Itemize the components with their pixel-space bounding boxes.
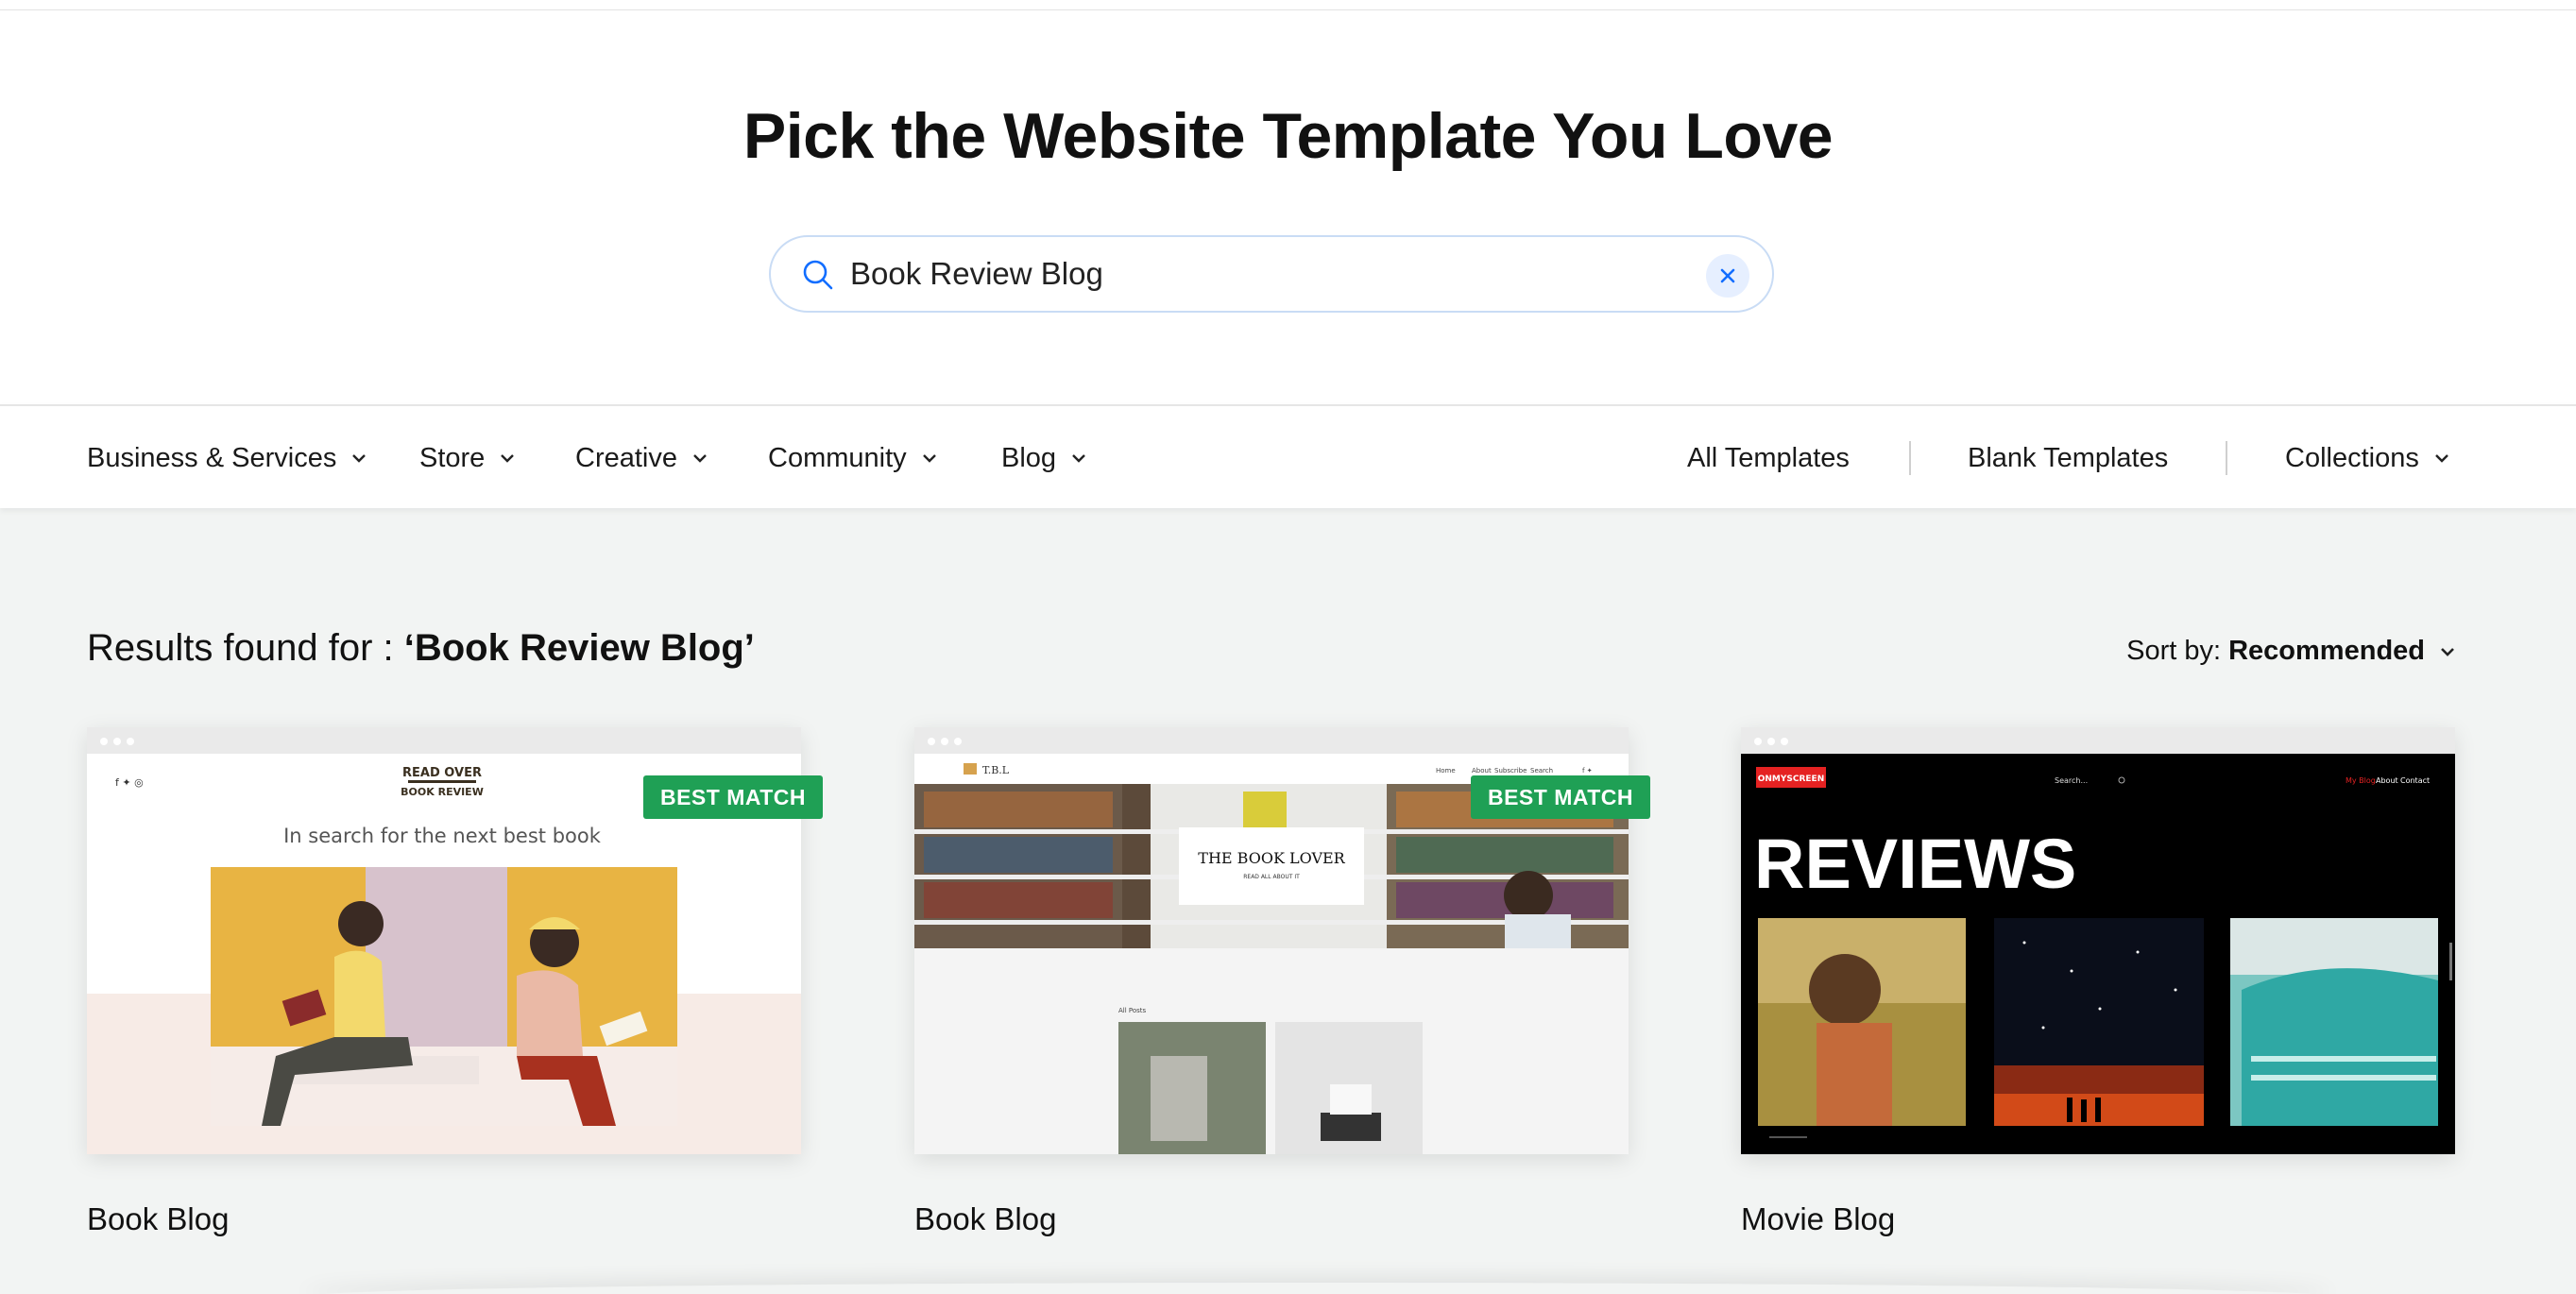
window-dot bbox=[113, 738, 121, 745]
poster-night-sky bbox=[1994, 918, 2204, 1126]
results-heading: Results found for : ‘Book Review Blog’ bbox=[87, 627, 755, 670]
nav-label: Blank Templates bbox=[1968, 442, 2169, 473]
poster-couple bbox=[1758, 918, 1966, 1126]
preview-menu-item: Home bbox=[1436, 767, 1456, 775]
template-preview-illustration: ONMYSCREEN Search... My Blog About Conta… bbox=[1741, 754, 2455, 1154]
close-icon bbox=[1720, 268, 1735, 283]
sort-label: Sort by: bbox=[2126, 636, 2222, 666]
preview-posts-label: All Posts bbox=[1118, 1007, 1147, 1014]
window-dot bbox=[1767, 738, 1775, 745]
nav-label: Collections bbox=[2285, 442, 2419, 473]
nav-all-templates[interactable]: All Templates bbox=[1687, 406, 1850, 510]
window-dot bbox=[1781, 738, 1788, 745]
chevron-down-icon bbox=[922, 454, 936, 463]
preview-menu-item: My Blog bbox=[2346, 776, 2376, 785]
preview-menu-item: f ✦ bbox=[1582, 767, 1593, 775]
search-bar[interactable] bbox=[769, 235, 1774, 313]
template-preview: ONMYSCREEN Search... My Blog About Conta… bbox=[1741, 754, 2455, 1154]
preview-menu-item: Subscribe bbox=[1494, 767, 1527, 775]
preview-tagline: In search for the next best book bbox=[283, 825, 602, 847]
preview-search: Search... bbox=[2055, 776, 2088, 785]
chevron-down-icon bbox=[693, 454, 707, 463]
nav-blank-templates[interactable]: Blank Templates bbox=[1968, 406, 2168, 510]
best-match-badge: BEST MATCH bbox=[643, 775, 823, 819]
nav-label: Blog bbox=[1001, 442, 1057, 473]
preview-menu-item: About bbox=[1472, 767, 1492, 775]
search-icon bbox=[803, 260, 833, 290]
nav-divider bbox=[2226, 441, 2227, 475]
browser-bar bbox=[87, 727, 801, 754]
clear-search-button[interactable] bbox=[1706, 254, 1749, 298]
social-icons: f ✦ ◎ bbox=[115, 776, 144, 789]
category-nav: Business & Services Store Creative Commu… bbox=[0, 404, 2576, 508]
best-match-badge: BEST MATCH bbox=[1471, 775, 1650, 819]
nav-store[interactable]: Store bbox=[419, 406, 517, 510]
preview-hero-sub: READ ALL ABOUT IT bbox=[1243, 874, 1300, 880]
template-card-movie-blog[interactable]: ONMYSCREEN Search... My Blog About Conta… bbox=[1741, 727, 2455, 1154]
nav-blog[interactable]: Blog bbox=[1001, 406, 1088, 510]
nav-label: Business & Services bbox=[87, 442, 337, 473]
nav-divider bbox=[1909, 441, 1911, 475]
page-title: Pick the Website Template You Love bbox=[742, 100, 1834, 172]
nav-label: Community bbox=[768, 442, 907, 473]
nav-community[interactable]: Community bbox=[768, 406, 939, 510]
hero-section: Pick the Website Template You Love bbox=[0, 0, 2576, 404]
poster-classic-car bbox=[2230, 918, 2438, 1126]
chevron-down-icon bbox=[1072, 454, 1085, 463]
nav-label: Creative bbox=[575, 442, 677, 473]
bottom-panel-shadow bbox=[302, 1283, 2333, 1294]
nav-collections[interactable]: Collections bbox=[2285, 406, 2451, 510]
preview-logo: ONMYSCREEN bbox=[1758, 775, 1825, 784]
results-prefix: Results found for : bbox=[87, 627, 404, 669]
template-title[interactable]: Movie Blog bbox=[1741, 1201, 1895, 1237]
preview-logo-line2: BOOK REVIEW bbox=[401, 786, 484, 798]
template-title[interactable]: Book Blog bbox=[87, 1201, 229, 1237]
top-divider bbox=[0, 9, 2576, 10]
window-dot bbox=[1754, 738, 1762, 745]
sort-dropdown[interactable]: Sort by: Recommended bbox=[2126, 636, 2457, 667]
chevron-down-icon bbox=[352, 454, 367, 463]
window-dot bbox=[954, 738, 962, 745]
chevron-down-icon bbox=[2434, 454, 2448, 463]
preview-heading: REVIEWS bbox=[1754, 825, 2076, 903]
nav-label: Store bbox=[419, 442, 486, 473]
window-dot bbox=[941, 738, 948, 745]
preview-logo-line1: READ OVER bbox=[402, 766, 482, 780]
browser-bar bbox=[914, 727, 1629, 754]
nav-label: All Templates bbox=[1687, 442, 1850, 473]
preview-menu-item: Contact bbox=[2400, 776, 2430, 785]
preview-logo: T.B.L bbox=[982, 764, 1010, 776]
template-title[interactable]: Book Blog bbox=[914, 1201, 1056, 1237]
preview-menu-item: About bbox=[2376, 776, 2398, 785]
browser-bar bbox=[1741, 727, 2455, 754]
window-dot bbox=[928, 738, 935, 745]
preview-menu-item: Search bbox=[1530, 767, 1553, 775]
window-dot bbox=[127, 738, 134, 745]
search-input[interactable] bbox=[850, 250, 1681, 298]
chevron-down-icon bbox=[2441, 647, 2454, 656]
preview-hero-title: THE BOOK LOVER bbox=[1198, 849, 1345, 867]
chevron-down-icon bbox=[501, 454, 515, 463]
nav-business-services[interactable]: Business & Services bbox=[87, 406, 368, 510]
window-dot bbox=[100, 738, 108, 745]
nav-creative[interactable]: Creative bbox=[575, 406, 709, 510]
results-query: ‘Book Review Blog’ bbox=[403, 627, 755, 669]
sort-value: Recommended bbox=[2228, 636, 2425, 666]
